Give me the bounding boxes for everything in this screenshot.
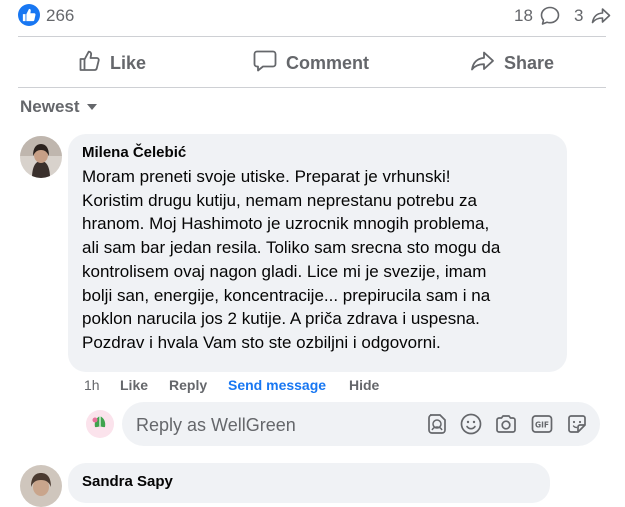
comment-line: Koristim drugu kutiju, nemam neprestanu … <box>82 190 477 210</box>
comment-button[interactable]: Comment <box>252 46 369 80</box>
send-message-link[interactable]: Send message <box>228 377 326 393</box>
page-avatar <box>86 410 114 438</box>
share-icon <box>470 49 496 78</box>
like-button[interactable]: Like <box>78 46 146 80</box>
reaction-count[interactable]: 266 <box>46 6 74 26</box>
shares-count[interactable]: 3 <box>574 6 583 26</box>
share-button-label: Share <box>504 52 555 73</box>
thumbs-up-icon <box>78 49 102 78</box>
comment-reply-link[interactable]: Reply <box>169 377 207 393</box>
comment-line: ali sam bar jedan resila. Toliko sam sre… <box>82 238 501 258</box>
divider <box>18 87 606 88</box>
svg-text:GIF: GIF <box>535 421 549 430</box>
sort-comments-dropdown[interactable]: Newest <box>20 97 98 117</box>
camera-icon[interactable] <box>494 412 518 436</box>
reply-placeholder: Reply as WellGreen <box>136 415 296 435</box>
like-button-label: Like <box>110 52 147 73</box>
sort-label: Newest <box>20 97 80 116</box>
gif-icon[interactable]: GIF <box>530 412 554 436</box>
comment-bubble-icon <box>539 5 561 32</box>
avatar[interactable] <box>20 136 62 178</box>
share-button[interactable]: Share <box>470 46 554 80</box>
comment-line: poklon narucila jos 2 kutije. A priča zd… <box>82 309 480 329</box>
comments-count[interactable]: 18 <box>514 6 533 26</box>
comment-like-link[interactable]: Like <box>120 377 148 393</box>
comment-text: Moram preneti svoje utiske. Preparat je … <box>82 165 562 355</box>
comment-icon <box>252 49 278 78</box>
comment-line: Moram preneti svoje utiske. Preparat je … <box>82 167 451 186</box>
caret-down-icon <box>86 97 98 117</box>
emoji-icon[interactable] <box>459 412 483 436</box>
hide-comment-link[interactable]: Hide <box>349 377 379 393</box>
sticker-icon[interactable] <box>565 412 589 436</box>
comment-timestamp[interactable]: 1h <box>84 377 100 393</box>
comment-line: bolji san, energije, koncentracije... pr… <box>82 285 491 305</box>
comment-line: Pozdrav i hvala Vam sto ste ozbiljni i o… <box>82 332 441 352</box>
comment-author[interactable]: Milena Čelebić <box>82 144 186 161</box>
comment-button-label: Comment <box>286 52 370 73</box>
like-reaction-icon <box>18 4 40 26</box>
comment-line: hranom. Moj Hashimoto je uzrocnik mnogih… <box>82 214 490 234</box>
avatar-sticker-icon[interactable] <box>425 412 449 436</box>
avatar[interactable] <box>20 465 62 507</box>
divider <box>18 36 606 37</box>
comment-line: kontrolisem ovaj nagon gladi. Lice mi je… <box>82 261 487 281</box>
share-arrow-icon <box>590 5 612 32</box>
